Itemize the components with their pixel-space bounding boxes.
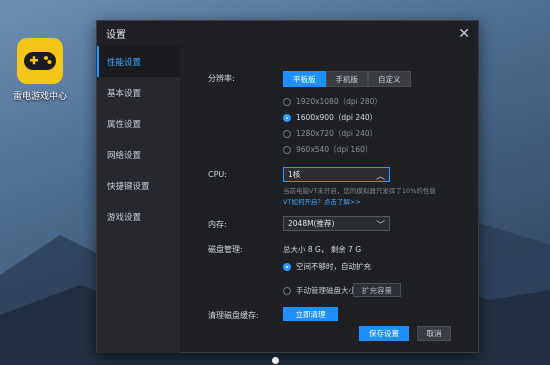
disk-auto-expand-label: 空间不够时，自动扩充	[296, 262, 371, 271]
memory-label: 内存:	[208, 220, 227, 229]
sidebar-item-performance[interactable]: 性能设置	[97, 46, 180, 77]
chevron-down-icon: ﹀	[375, 221, 385, 231]
radio-icon	[283, 97, 291, 106]
vt-warning-text: 当前电脑VT未开启，您的模拟器只发挥了10%的性能	[283, 187, 436, 195]
resolution-option-label: 960x540（dpi 160）	[296, 145, 373, 154]
sidebar-item-basic[interactable]: 基本设置	[97, 77, 180, 108]
cpu-label: CPU:	[208, 170, 227, 179]
disk-manual-option[interactable]: 手动管理磁盘大小	[283, 285, 356, 296]
radio-icon	[283, 286, 291, 295]
sidebar-item-shortcuts[interactable]: 快捷键设置	[97, 170, 180, 201]
radio-icon	[283, 145, 291, 154]
radio-checked-icon	[283, 262, 291, 271]
radio-icon	[283, 129, 291, 138]
close-icon[interactable]: ✕	[458, 27, 470, 41]
desktop-shortcut-game-center[interactable]: 雷电游戏中心	[8, 38, 72, 102]
memory-select[interactable]: 2048M(推荐) ﹀	[283, 216, 390, 231]
app-label: 雷电游戏中心	[12, 92, 67, 102]
pager-dot[interactable]	[272, 357, 279, 364]
cpu-select[interactable]: 1核 ︿	[283, 167, 390, 182]
resolution-option-1920[interactable]: 1920x1080（dpi 280）	[283, 96, 382, 107]
memory-select-value: 2048M(推荐)	[288, 219, 335, 228]
gamepad-icon	[17, 38, 63, 84]
resolution-option-1280[interactable]: 1280x720（dpi 240）	[283, 128, 377, 139]
disk-info: 总大小 8 G， 剩余 7 G	[283, 245, 362, 254]
resolution-option-1600[interactable]: 1600x900（dpi 240）	[283, 112, 377, 123]
disk-auto-expand-option[interactable]: 空间不够时，自动扩充	[283, 261, 371, 272]
dialog-title: 设置	[106, 30, 126, 41]
sidebar-item-network[interactable]: 网络设置	[97, 139, 180, 170]
clean-now-button[interactable]: 立即清理	[283, 307, 338, 321]
settings-sidebar: 性能设置 基本设置 属性设置 网络设置 快捷键设置 游戏设置	[97, 46, 180, 353]
vt-help-line: VT如何开启？点击了解>>	[283, 196, 361, 206]
resolution-option-label: 1280x720（dpi 240）	[296, 129, 378, 138]
save-settings-button[interactable]: 保存设置	[359, 326, 409, 341]
mode-phone-button[interactable]: 手机版	[325, 71, 368, 87]
sidebar-item-game[interactable]: 游戏设置	[97, 201, 180, 232]
resolution-label: 分辨率:	[208, 74, 235, 83]
mode-custom-button[interactable]: 自定义	[368, 71, 411, 87]
resolution-option-label: 1600x900（dpi 240）	[296, 113, 378, 122]
settings-dialog: 设置 ✕ 性能设置 基本设置 属性设置 网络设置 快捷键设置 游戏设置 分辨率:…	[96, 20, 479, 353]
resolution-option-label: 1920x1080（dpi 280）	[296, 97, 382, 106]
dialog-titlebar: 设置 ✕	[97, 21, 478, 46]
cancel-button[interactable]: 取消	[417, 326, 451, 341]
mode-tablet-button[interactable]: 平板版	[283, 71, 326, 87]
performance-panel: 分辨率: 平板版 手机版 自定义 1920x1080（dpi 280） 1600…	[180, 46, 478, 352]
disk-label: 磁盘管理:	[208, 245, 243, 254]
cpu-select-value: 1核	[288, 170, 301, 179]
vt-help-link[interactable]: VT如何开启？点击了解>>	[283, 198, 361, 206]
radio-checked-icon	[283, 113, 291, 122]
resolution-option-960[interactable]: 960x540（dpi 160）	[283, 144, 372, 155]
expand-capacity-button[interactable]: 扩充容量	[353, 283, 401, 297]
disk-manual-label: 手动管理磁盘大小	[296, 286, 356, 295]
chevron-up-icon: ︿	[375, 172, 385, 182]
resolution-mode-group: 平板版 手机版 自定义	[283, 71, 411, 87]
sidebar-item-properties[interactable]: 属性设置	[97, 108, 180, 139]
cache-label: 清理磁盘缓存:	[208, 311, 259, 320]
